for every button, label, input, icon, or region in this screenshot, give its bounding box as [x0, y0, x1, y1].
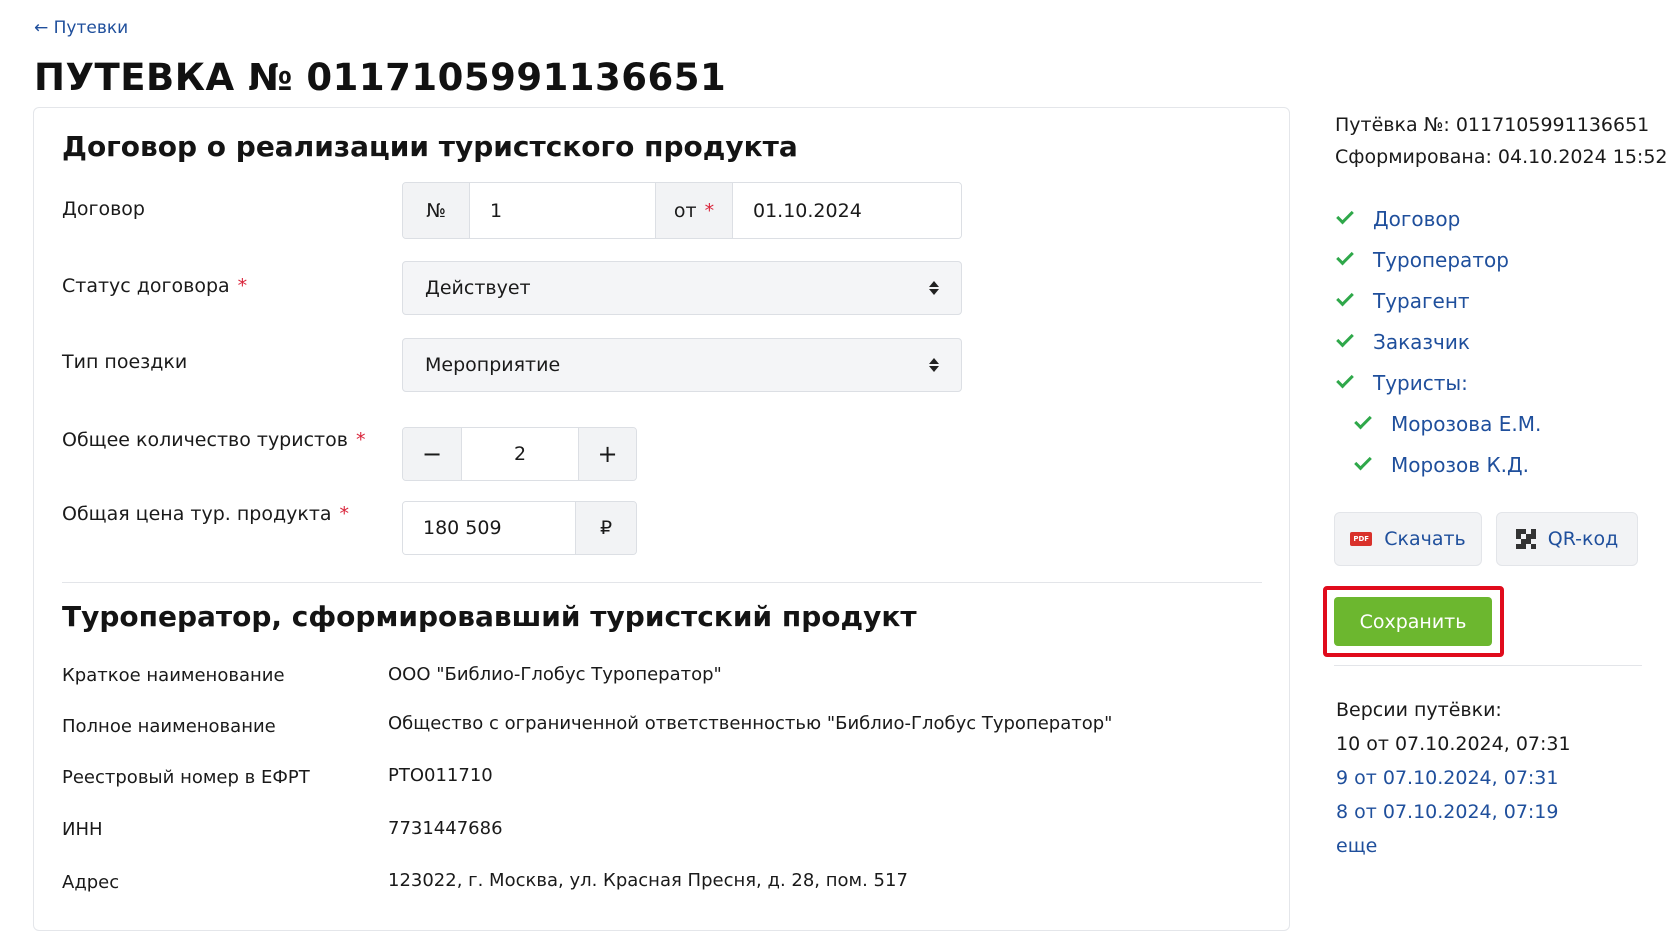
nav-item-label: Морозов К.Д.: [1391, 452, 1529, 477]
qr-code-button-label: QR-код: [1547, 528, 1619, 550]
back-to-vouchers-link[interactable]: ← Путевки: [34, 18, 128, 38]
trip-type-select[interactable]: Мероприятие: [402, 338, 962, 392]
nav-item-label: Заказчик: [1373, 329, 1470, 354]
contract-section-title: Договор о реализации туристского продукт…: [62, 130, 798, 163]
status-label-text: Статус договора: [62, 275, 230, 297]
download-button[interactable]: PDF Скачать: [1334, 512, 1482, 566]
operator-registry-value: РТО011710: [388, 765, 493, 786]
check-icon: [1336, 247, 1354, 266]
nav-item-label: Договор: [1373, 206, 1461, 231]
trip-type-label: Тип поездки: [62, 351, 188, 373]
version-current: 10 от 07.10.2024, 07:31: [1336, 733, 1571, 755]
required-marker: *: [355, 429, 366, 451]
version-link[interactable]: 9 от 07.10.2024, 07:31: [1336, 767, 1558, 789]
operator-short-name-label: Краткое наименование: [62, 665, 285, 686]
more-versions-link[interactable]: еще: [1336, 835, 1377, 857]
nav-item-travel-agent[interactable]: Турагент: [1336, 280, 1541, 321]
pdf-icon: PDF: [1350, 532, 1373, 546]
nav-item-customer[interactable]: Заказчик: [1336, 321, 1541, 362]
nav-item-tourist[interactable]: Морозова Е.М.: [1337, 403, 1541, 444]
versions-title: Версии путёвки:: [1336, 699, 1502, 721]
required-marker: *: [237, 275, 248, 297]
voucher-card: Договор о реализации туристского продукт…: [33, 107, 1290, 931]
operator-registry-label: Реестровый номер в ЕФРТ: [62, 767, 310, 788]
page-title: ПУТЕВКА № 0117105991136651: [34, 56, 727, 99]
tourists-count-label: Общее количество туристов *: [62, 429, 365, 451]
select-arrows-icon: [929, 358, 939, 372]
save-button[interactable]: Сохранить: [1334, 597, 1492, 646]
select-arrows-icon: [929, 281, 939, 295]
operator-full-name-value: Общество с ограниченной ответственностью…: [388, 713, 1113, 734]
contract-date-prefix: от *: [655, 183, 732, 238]
decrement-button[interactable]: −: [403, 428, 461, 480]
contract-label: Договор: [62, 198, 145, 220]
currency-addon: ₽: [575, 502, 636, 554]
check-icon: [1336, 206, 1354, 225]
nav-item-label: Туристы:: [1373, 370, 1468, 395]
voucher-number-meta: Путёвка №: 0117105991136651: [1335, 114, 1650, 136]
contract-number-input[interactable]: 1: [469, 183, 655, 238]
price-label: Общая цена тур. продукта *: [62, 503, 349, 525]
contract-date-prefix-text: от: [673, 199, 697, 222]
nav-item-label: Морозова Е.М.: [1391, 411, 1542, 436]
nav-item-tourist[interactable]: Морозов К.Д.: [1337, 444, 1541, 485]
required-marker: *: [704, 199, 715, 222]
sidebar-divider: [1334, 665, 1642, 666]
check-icon: [1336, 329, 1354, 348]
tourists-count-label-text: Общее количество туристов: [62, 429, 348, 451]
contract-field-group: № 1 от * 01.10.2024: [402, 182, 962, 239]
qr-code-button[interactable]: QR-код: [1496, 512, 1638, 566]
nav-item-label: Турагент: [1373, 288, 1470, 313]
voucher-sections-nav: Договор Туроператор Турагент Заказчик Ту…: [1336, 198, 1541, 485]
trip-type-select-value: Мероприятие: [425, 354, 561, 376]
page: ← Путевки ПУТЕВКА № 0117105991136651 Дог…: [0, 0, 1672, 941]
increment-button[interactable]: +: [578, 428, 636, 480]
formed-date-meta: Сформирована: 04.10.2024 15:52: [1335, 146, 1668, 168]
operator-full-name-label: Полное наименование: [62, 716, 276, 737]
required-marker: *: [339, 503, 350, 525]
nav-item-contract[interactable]: Договор: [1336, 198, 1541, 239]
download-button-label: Скачать: [1384, 528, 1466, 550]
price-input[interactable]: 180 509: [403, 502, 575, 554]
status-select-value: Действует: [425, 277, 531, 299]
operator-address-label: Адрес: [62, 872, 120, 893]
status-label: Статус договора *: [62, 275, 247, 297]
contract-date-input[interactable]: 01.10.2024: [732, 183, 961, 238]
nav-item-label: Туроператор: [1373, 247, 1509, 272]
operator-short-name-value: ООО "Библио-Глобус Туроператор": [388, 664, 722, 685]
nav-item-tourists[interactable]: Туристы:: [1336, 362, 1541, 403]
operator-section-title: Туроператор, сформировавший туристский п…: [62, 600, 917, 633]
section-divider: [62, 582, 1262, 583]
contract-number-prefix: №: [403, 183, 469, 238]
tourists-count-input[interactable]: 2: [461, 428, 578, 480]
check-icon: [1354, 411, 1372, 430]
nav-item-tour-operator[interactable]: Туроператор: [1336, 239, 1541, 280]
status-select[interactable]: Действует: [402, 261, 962, 315]
operator-inn-label: ИНН: [62, 819, 103, 840]
price-label-text: Общая цена тур. продукта: [62, 503, 332, 525]
check-icon: [1336, 288, 1354, 307]
check-icon: [1354, 452, 1372, 471]
operator-inn-value: 7731447686: [388, 818, 503, 839]
version-link[interactable]: 8 от 07.10.2024, 07:19: [1336, 801, 1558, 823]
qr-code-icon: [1515, 529, 1536, 549]
tourists-count-stepper: − 2 +: [402, 427, 637, 481]
operator-address-value: 123022, г. Москва, ул. Красная Пресня, д…: [388, 870, 908, 891]
check-icon: [1336, 370, 1354, 389]
price-field-group: 180 509 ₽: [402, 501, 637, 555]
